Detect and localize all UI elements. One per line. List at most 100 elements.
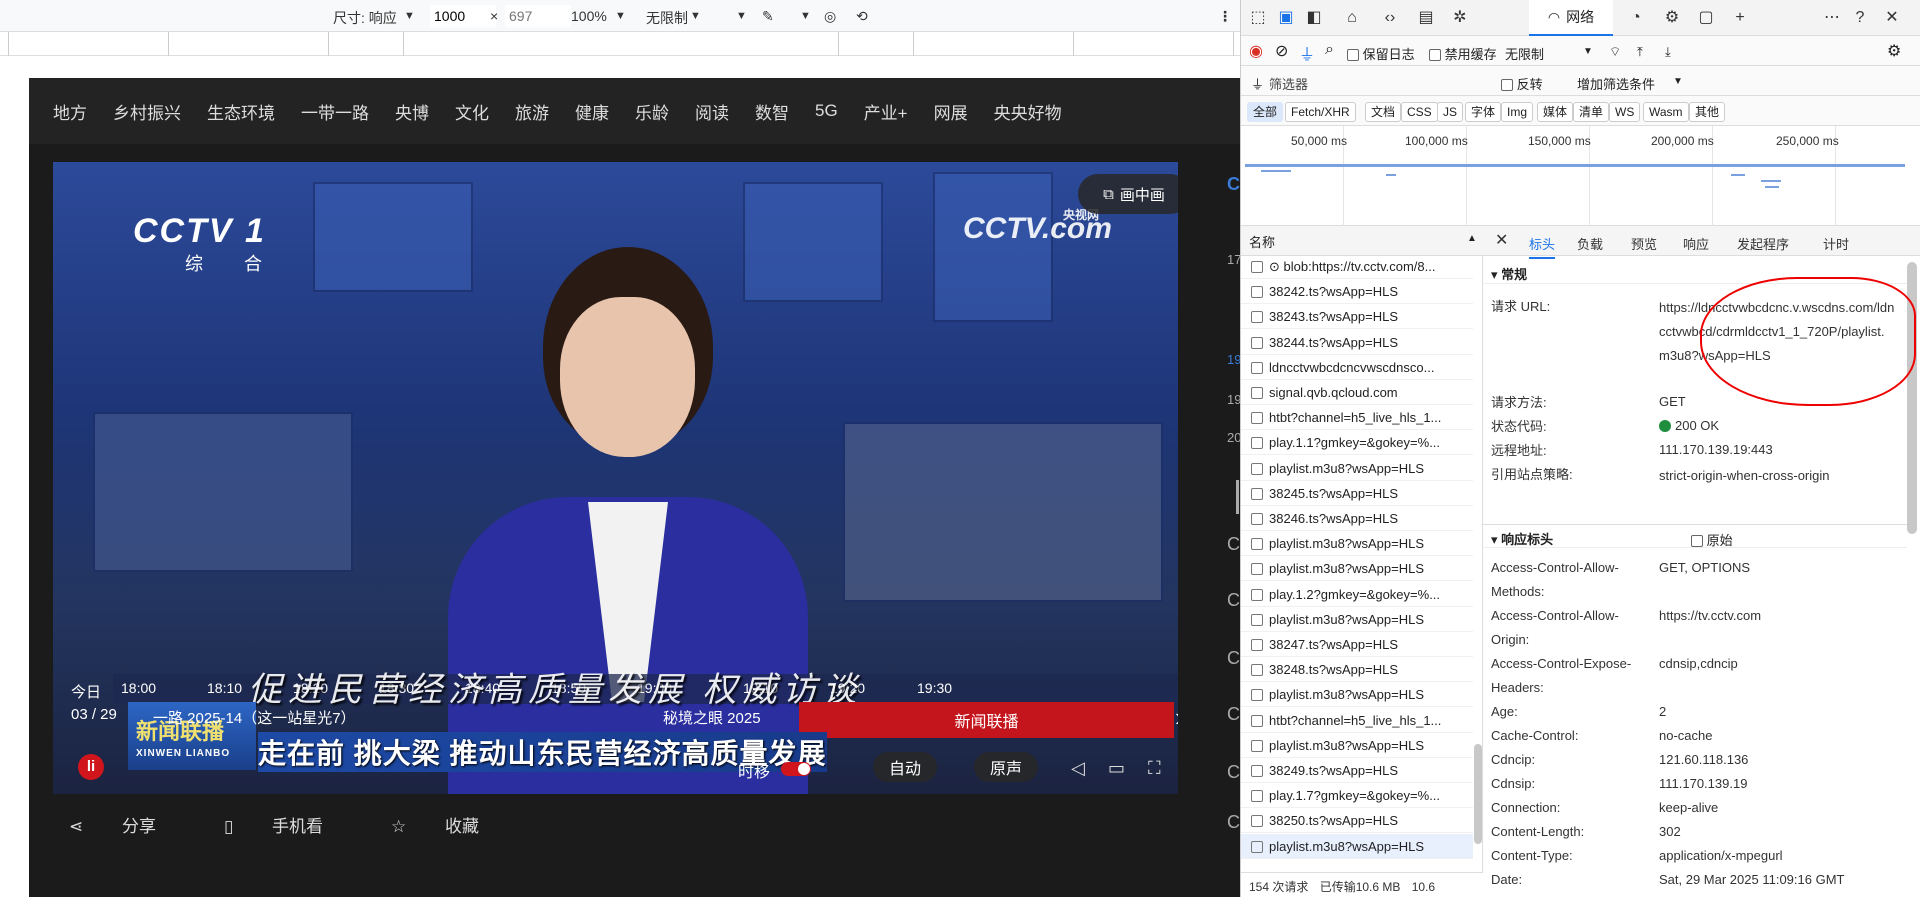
list-scrollbar[interactable] xyxy=(1474,744,1482,844)
nav-item[interactable]: 乡村振兴 xyxy=(113,99,181,124)
request-row[interactable]: ldncctvwbcdcncvwscdnsco... xyxy=(1241,355,1473,380)
type-filter-doc[interactable]: 文档 xyxy=(1365,102,1402,122)
inspect-icon[interactable]: ⬚ xyxy=(1247,7,1269,29)
type-filter-other[interactable]: 其他 xyxy=(1689,102,1726,122)
request-row[interactable]: play.1.7?gmkey=&gokey=%... xyxy=(1241,783,1473,809)
pip-button[interactable]: ⧉ 画中画 xyxy=(1078,174,1178,214)
type-filter-xhr[interactable]: Fetch/XHR xyxy=(1285,102,1356,122)
clear-icon[interactable]: ⊘ xyxy=(1275,41,1288,61)
search-icon[interactable]: ⌕ xyxy=(1325,41,1334,59)
help-icon[interactable]: ? xyxy=(1849,7,1871,29)
next-program[interactable]: 秘境之眼 2025 xyxy=(663,707,761,728)
rotate-icon[interactable]: ⟲ xyxy=(856,8,868,25)
type-filter-ws[interactable]: WS xyxy=(1609,102,1641,122)
network-settings-icon[interactable]: ⚙ xyxy=(1887,41,1901,61)
nav-item[interactable]: 文化 xyxy=(455,99,489,124)
raw-checkbox[interactable]: 原始 xyxy=(1691,530,1733,549)
channel-label[interactable]: CC xyxy=(1227,648,1240,669)
network-throttle-dropdown[interactable]: 无限制 xyxy=(1505,44,1544,63)
request-row[interactable]: 38247.ts?wsApp=HLS xyxy=(1241,632,1473,657)
filter-icon[interactable]: ⏚ xyxy=(1299,41,1315,65)
export-har-icon[interactable]: ⤓ xyxy=(1665,44,1671,60)
height-input[interactable] xyxy=(505,5,571,27)
request-row[interactable]: 38246.ts?wsApp=HLS xyxy=(1241,506,1473,531)
splitter-handle[interactable] xyxy=(1236,480,1239,514)
chevron-right-icon[interactable]: › xyxy=(1175,702,1178,733)
request-row[interactable]: playlist.m3u8?wsApp=HLS xyxy=(1241,607,1473,632)
request-row[interactable]: playlist.m3u8?wsApp=HLS xyxy=(1241,833,1473,859)
close-icon[interactable]: ✕ xyxy=(1495,230,1508,250)
chevron-down-icon[interactable]: ▼ xyxy=(615,10,626,22)
request-row[interactable]: playlist.m3u8?wsApp=HLS xyxy=(1241,556,1473,582)
import-har-icon[interactable]: ⤒ xyxy=(1637,44,1643,60)
request-row[interactable]: play.1.1?gmkey=&gokey=%... xyxy=(1241,430,1473,456)
timeshift-toggle[interactable] xyxy=(781,762,811,776)
request-row[interactable]: 38244.ts?wsApp=HLS xyxy=(1241,330,1473,355)
chevron-down-icon[interactable]: ▼ xyxy=(1583,46,1593,57)
type-filter-img[interactable]: Img xyxy=(1501,102,1534,122)
video-player[interactable]: CCTV 1 综 合 央视网 CCTV.com ⧉ 画中画 18:00 18:10 … xyxy=(53,162,1178,794)
request-row[interactable]: playlist.m3u8?wsApp=HLS xyxy=(1241,531,1473,557)
request-row[interactable]: ⊙ blob:https://tv.cctv.com/8... xyxy=(1241,254,1473,279)
nav-item[interactable]: 数智 xyxy=(755,99,789,124)
request-row[interactable]: 38250.ts?wsApp=HLS xyxy=(1241,808,1473,834)
channel-label[interactable]: CC xyxy=(1227,704,1240,725)
type-filter-css[interactable]: CSS xyxy=(1401,102,1438,122)
network-conditions-icon[interactable]: ⌔ xyxy=(1609,44,1621,60)
nav-item[interactable]: 阅读 xyxy=(695,99,729,124)
chevron-down-icon[interactable]: ▼ xyxy=(1673,76,1683,87)
width-input[interactable] xyxy=(430,5,496,27)
chevron-down-icon[interactable]: ▼ xyxy=(404,10,415,22)
type-filter-media[interactable]: 媒体 xyxy=(1537,102,1574,122)
chevron-down-icon[interactable]: ▼ xyxy=(690,10,701,22)
nav-item[interactable]: 生态环境 xyxy=(207,99,275,124)
request-row[interactable]: 38248.ts?wsApp=HLS xyxy=(1241,657,1473,683)
more-icon[interactable]: ⋯ xyxy=(1821,7,1843,29)
tab-initiator[interactable]: 发起程序 xyxy=(1737,234,1789,253)
type-filter-js[interactable]: JS xyxy=(1437,102,1464,122)
filter-input[interactable]: 筛选器 xyxy=(1269,74,1308,93)
nav-item[interactable]: 旅游 xyxy=(515,99,549,124)
eyedropper-icon[interactable]: ✎ xyxy=(762,8,774,25)
nav-item[interactable]: 一带一路 xyxy=(301,99,369,124)
share-button[interactable]: ⋖ 分享 xyxy=(69,812,190,837)
request-row[interactable]: htbt?channel=h5_live_hls_1... xyxy=(1241,405,1473,431)
sources-icon[interactable]: ✲ xyxy=(1449,7,1471,29)
dimensions-dropdown[interactable]: 尺寸: 响应 xyxy=(333,8,397,28)
tab-payload[interactable]: 负载 xyxy=(1577,234,1603,253)
type-filter-all[interactable]: 全部 xyxy=(1247,102,1284,122)
favorite-button[interactable]: ☆ 收藏 xyxy=(391,812,513,837)
chevron-down-icon[interactable]: ▼ xyxy=(800,10,811,22)
application-icon[interactable]: ▢ xyxy=(1695,7,1717,29)
tab-timing[interactable]: 计时 xyxy=(1823,234,1849,253)
nav-item[interactable]: 央央好物 xyxy=(994,99,1062,124)
nav-item[interactable]: 地方 xyxy=(53,99,87,124)
name-column-header[interactable]: 名称 ▲ xyxy=(1241,226,1483,256)
episode-label[interactable]: 一路 2025-14（这一站星光7） xyxy=(153,707,356,728)
nav-item[interactable]: 乐龄 xyxy=(635,99,669,124)
request-row[interactable]: 38242.ts?wsApp=HLS xyxy=(1241,279,1473,305)
dock-icon[interactable]: ◧ xyxy=(1303,7,1325,29)
more-filters-dropdown[interactable]: 增加筛选条件 xyxy=(1577,74,1655,93)
request-row[interactable]: 38249.ts?wsApp=HLS xyxy=(1241,758,1473,783)
performance-icon[interactable]: ◔ xyxy=(1625,7,1647,29)
elements-icon[interactable]: ‹› xyxy=(1379,7,1401,29)
volume-icon[interactable]: ◁ xyxy=(1071,758,1085,779)
request-row[interactable]: playlist.m3u8?wsApp=HLS xyxy=(1241,456,1473,481)
request-row[interactable]: htbt?channel=h5_live_hls_1... xyxy=(1241,708,1473,733)
request-row[interactable]: 38245.ts?wsApp=HLS xyxy=(1241,481,1473,506)
invert-checkbox[interactable]: 反转 xyxy=(1501,74,1543,93)
channel-label[interactable]: CC xyxy=(1227,762,1240,783)
add-tab-icon[interactable]: + xyxy=(1729,7,1751,29)
channel-label[interactable]: CC xyxy=(1227,590,1240,611)
zoom-dropdown[interactable]: 100% xyxy=(571,8,607,24)
response-headers-section[interactable]: ▾ 响应标头 原始 xyxy=(1483,524,1907,548)
settings-gear-icon[interactable]: ⚙ xyxy=(1661,7,1683,29)
fullscreen-icon[interactable]: ⛶ xyxy=(1148,758,1161,779)
sensor-icon[interactable]: ◎ xyxy=(824,8,836,25)
tab-response[interactable]: 响应 xyxy=(1683,234,1709,253)
close-icon[interactable]: ✕ xyxy=(1881,7,1903,29)
nav-item[interactable]: 产业+ xyxy=(864,99,908,124)
console-icon[interactable]: ▤ xyxy=(1415,7,1437,29)
home-icon[interactable]: ⌂ xyxy=(1341,7,1363,29)
